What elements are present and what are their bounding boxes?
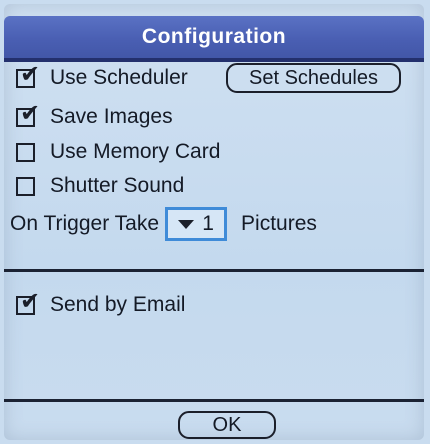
title-bar: Configuration	[4, 16, 424, 58]
footer-divider	[4, 399, 424, 402]
section-divider	[4, 269, 424, 272]
shutter-sound-row[interactable]: Shutter Sound	[10, 171, 184, 201]
send-by-email-checkbox[interactable]: ✔	[16, 289, 40, 315]
checkmark-icon: ✔	[20, 286, 41, 315]
picture-count-value: 1	[202, 212, 214, 235]
triangle-down-icon	[178, 219, 195, 229]
ok-button[interactable]: OK	[178, 411, 276, 439]
checkmark-icon: ✔	[20, 59, 41, 88]
shutter-sound-checkbox[interactable]	[16, 176, 35, 196]
send-by-email-row[interactable]: ✔ Send by Email	[10, 289, 186, 320]
save-images-label: Save Images	[50, 105, 173, 128]
dialog-title: Configuration	[141, 25, 287, 48]
use-memory-card-label: Use Memory Card	[50, 140, 221, 163]
shutter-sound-label: Shutter Sound	[50, 174, 185, 197]
send-by-email-label: Send by Email	[50, 293, 186, 316]
use-scheduler-label: Use Scheduler	[50, 66, 188, 89]
picture-count-picker[interactable]: 1	[165, 207, 228, 241]
title-underline	[4, 58, 424, 62]
trigger-row: On Trigger Take 1 Pictures	[10, 206, 317, 242]
use-scheduler-checkbox[interactable]: ✔	[16, 62, 40, 88]
trigger-prefix-label: On Trigger Take	[10, 212, 160, 235]
trigger-suffix-label: Pictures	[241, 212, 317, 235]
checkmark-icon: ✔	[20, 98, 41, 127]
configuration-screen: Configuration ✔ Use Scheduler Set Schedu…	[4, 4, 424, 440]
use-memory-card-checkbox[interactable]	[16, 142, 35, 162]
use-scheduler-row[interactable]: ✔ Use Scheduler	[10, 62, 188, 93]
save-images-row[interactable]: ✔ Save Images	[10, 101, 173, 132]
save-images-checkbox[interactable]: ✔	[16, 101, 40, 127]
use-memory-card-row[interactable]: Use Memory Card	[10, 137, 220, 167]
set-schedules-button[interactable]: Set Schedules	[226, 63, 401, 93]
